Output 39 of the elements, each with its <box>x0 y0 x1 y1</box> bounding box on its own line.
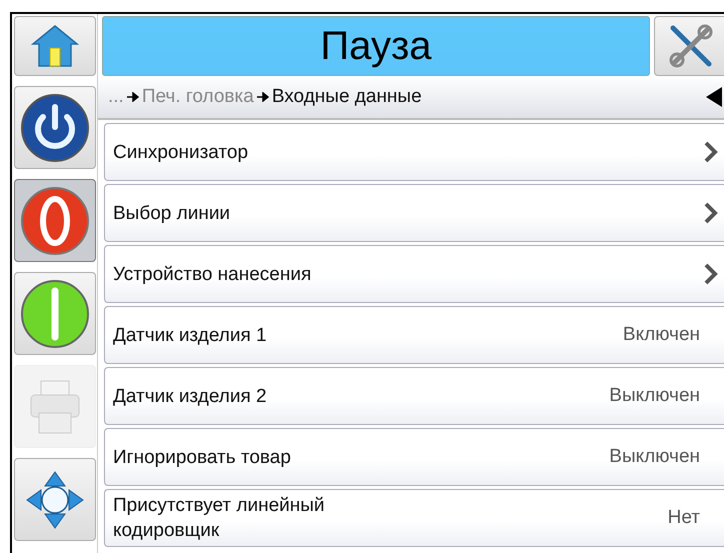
menu-row[interactable]: Датчик изделия 1 Включен <box>104 306 724 364</box>
stop-icon <box>20 186 90 256</box>
start-icon <box>20 278 90 348</box>
menu-row[interactable]: Выбор линии <box>104 184 724 242</box>
arrows-icon <box>25 470 85 530</box>
home-button[interactable] <box>14 16 96 76</box>
arrow-icon <box>126 92 139 102</box>
breadcrumb-item[interactable]: Входные данные <box>272 86 422 108</box>
row-label: Устройство нанесения <box>113 262 312 286</box>
settings-button[interactable] <box>654 16 724 76</box>
row-value: Нет <box>668 507 700 529</box>
row-value: Выключен <box>609 385 700 407</box>
tools-icon <box>667 22 715 70</box>
stop-button[interactable] <box>14 179 96 262</box>
row-label: Присутствует линейный кодировщик <box>113 494 326 543</box>
row-label: Выбор линии <box>113 202 232 226</box>
power-button[interactable] <box>14 86 96 169</box>
row-label: Синхронизатор <box>113 140 250 164</box>
menu-row[interactable]: Игнорировать товар Выключен <box>104 428 724 486</box>
row-label: Датчик изделия 1 <box>113 324 268 348</box>
navigate-button[interactable] <box>14 458 96 541</box>
row-value: Включен <box>622 324 700 346</box>
start-button[interactable] <box>14 272 96 355</box>
menu-row[interactable]: Устройство нанесения <box>104 245 724 303</box>
power-icon <box>20 92 90 162</box>
row-label: Датчик изделия 2 <box>113 384 268 408</box>
menu-row[interactable]: Синхронизатор <box>104 123 724 181</box>
back-icon[interactable] <box>706 87 722 107</box>
menu-row[interactable]: Присутствует линейный кодировщик Нет <box>104 489 724 547</box>
row-label: Игнорировать товар <box>113 446 292 470</box>
row-value: Выключен <box>609 446 700 468</box>
home-icon <box>31 24 79 68</box>
printer-icon <box>29 378 81 434</box>
chevron-icon <box>704 141 718 163</box>
chevron-icon <box>704 202 718 224</box>
menu-row[interactable]: Датчик изделия 2 Выключен <box>104 367 724 425</box>
chevron-icon <box>704 263 718 285</box>
arrow-icon <box>256 92 269 102</box>
screen-title: Пауза <box>102 16 650 76</box>
